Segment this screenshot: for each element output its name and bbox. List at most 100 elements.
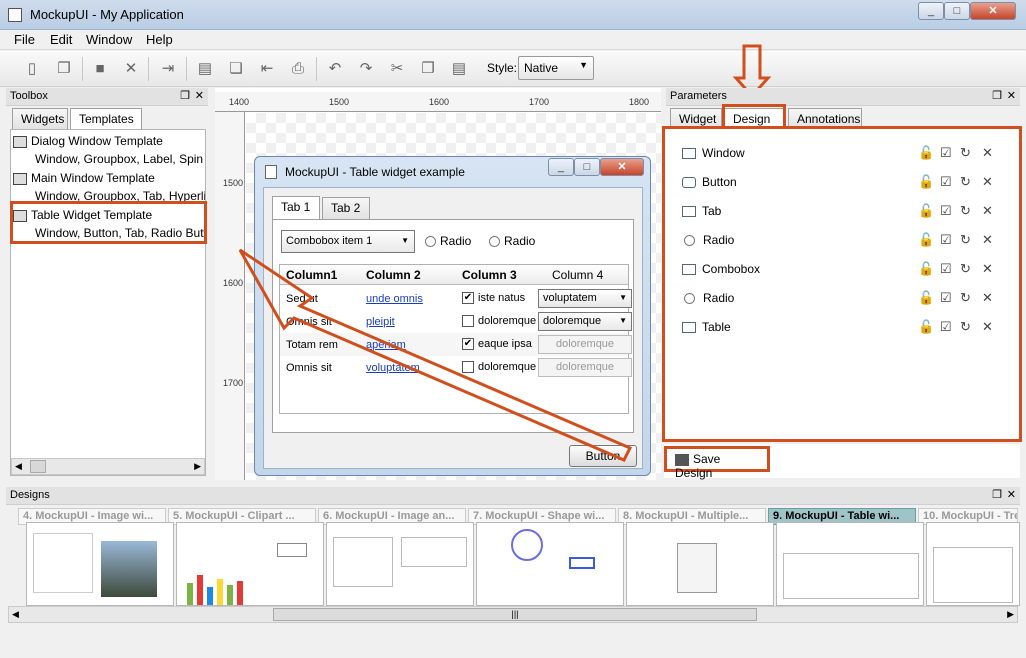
design-thumbnail[interactable] [776, 522, 924, 606]
mock-radio-2[interactable]: Radio [489, 234, 535, 248]
undo-icon[interactable]: ↶ [325, 59, 345, 79]
parameters-title: Parameters [670, 90, 727, 102]
maximize-button[interactable]: □ [944, 2, 970, 20]
mock-radio-1[interactable]: Radio [425, 234, 471, 248]
style-value: Native [524, 61, 559, 75]
table-link[interactable]: voluptatem [366, 362, 420, 374]
table-checkbox[interactable]: doloremque [462, 361, 536, 374]
copy-icon[interactable]: ❐ [54, 59, 74, 79]
app-icon [8, 8, 22, 22]
menu-edit[interactable]: Edit [50, 32, 72, 47]
close-window-button[interactable]: ✕ [970, 2, 1016, 20]
scroll-right-icon[interactable]: ▶ [194, 461, 201, 472]
design-thumbnail[interactable] [926, 522, 1020, 606]
close-panel-icon[interactable]: ✕ [195, 89, 204, 102]
window-icon [13, 135, 27, 148]
export-icon[interactable]: ⇥ [158, 59, 178, 79]
table-cell: Totam rem [286, 339, 338, 351]
toolbar: ▯ ❐ ■ ✕ ⇥ ▤ ❏ ⇤ ⎙ ↶ ↷ ✂ ❐ ▤ Style: Nativ… [0, 51, 1026, 87]
table-cell: Sed ut [286, 293, 318, 305]
document-icon [265, 165, 277, 179]
table-cell: Omnis sit [286, 362, 332, 374]
minimize-button[interactable]: _ [918, 2, 944, 20]
window-icon [13, 172, 27, 185]
design-thumbnail[interactable] [476, 522, 624, 606]
mock-maximize-button[interactable]: □ [574, 158, 600, 176]
new-icon[interactable]: ▯ [22, 59, 42, 79]
close-panel-icon[interactable]: ✕ [1007, 488, 1016, 501]
table-col-1[interactable]: Column1 [286, 268, 337, 282]
scroll-left-icon[interactable]: ◀ [12, 609, 19, 620]
table-checkbox[interactable]: doloremque [462, 315, 536, 328]
scroll-thumb[interactable] [30, 460, 46, 473]
design-thumbnail[interactable] [626, 522, 774, 606]
table-link[interactable]: unde omnis [366, 293, 423, 305]
clone-icon[interactable]: ❏ [226, 59, 246, 79]
table-combo-disabled: doloremque [538, 358, 632, 377]
mock-combobox[interactable]: Combobox item 1 ▼ [281, 230, 415, 253]
design-thumbnail[interactable] [326, 522, 474, 606]
style-label: Style: [487, 61, 518, 75]
mock-tab-page: Combobox item 1 ▼ Radio Radio Column1 Col… [272, 219, 634, 433]
copy2-icon[interactable]: ❐ [418, 59, 438, 79]
table-combo[interactable]: voluptatem ▼ [538, 289, 632, 308]
scroll-right-icon[interactable]: ▶ [1007, 609, 1014, 620]
close-panel-icon[interactable]: ✕ [1007, 89, 1016, 102]
horizontal-scrollbar[interactable]: ◀ ▶ [11, 458, 205, 475]
mock-close-button[interactable]: ✕ [600, 158, 644, 176]
chevron-down-icon: ▼ [579, 60, 588, 70]
close-icon[interactable]: ✕ [121, 59, 141, 79]
designs-header: Designs ❐ ✕ [6, 487, 1020, 507]
chevron-down-icon: ▼ [401, 236, 409, 245]
mock-button[interactable]: Button [569, 445, 637, 467]
paste2-icon[interactable]: ▤ [449, 59, 469, 79]
mock-window-title: MockupUI - Table widget example [285, 165, 465, 179]
design-thumbnail[interactable] [176, 522, 324, 606]
toolbox-title: Toolbox [10, 90, 48, 102]
table-col-2[interactable]: Column 2 [366, 268, 421, 282]
mock-minimize-button[interactable]: _ [548, 158, 574, 176]
table-col-4[interactable]: Column 4 [552, 268, 603, 282]
designs-scrollbar[interactable]: ◀ ||| ▶ [8, 606, 1018, 623]
highlight-params [662, 126, 1022, 442]
highlight-template [10, 201, 207, 244]
float-icon[interactable]: ❐ [992, 488, 1002, 501]
cut-icon[interactable]: ✂ [387, 59, 407, 79]
table-checkbox[interactable]: ✔ eaque ipsa [462, 338, 532, 351]
template-item-dialog[interactable]: Dialog Window Template [13, 134, 205, 148]
redo-icon[interactable]: ↷ [356, 59, 376, 79]
mock-tab-1[interactable]: Tab 1 [272, 196, 320, 219]
menu-file[interactable]: File [14, 32, 35, 47]
save-design-button[interactable]: Save Design [664, 446, 770, 480]
menu-help[interactable]: Help [146, 32, 173, 47]
import-icon[interactable]: ⇤ [257, 59, 277, 79]
save-icon[interactable]: ■ [90, 59, 110, 79]
print-icon[interactable]: ⎙ [288, 59, 308, 79]
template-item-main[interactable]: Main Window Template [13, 171, 205, 185]
tab-templates[interactable]: Templates [70, 108, 142, 131]
table-link[interactable]: aperiam [366, 339, 406, 351]
table-col-3[interactable]: Column 3 [462, 268, 517, 282]
window-titlebar: MockupUI - My Application _ □ ✕ [0, 0, 1026, 30]
design-thumbnail[interactable] [26, 522, 174, 606]
float-icon[interactable]: ❐ [992, 89, 1002, 102]
table-link[interactable]: pleipit [366, 316, 395, 328]
float-icon[interactable]: ❐ [180, 89, 190, 102]
table-combo-disabled: doloremque [538, 335, 632, 354]
paste-icon[interactable]: ▤ [195, 59, 215, 79]
mock-tab-2[interactable]: Tab 2 [322, 197, 370, 219]
menu-window[interactable]: Window [86, 32, 132, 47]
toolbox-header: Toolbox ❐ ✕ [6, 88, 208, 106]
scroll-thumb[interactable]: ||| [273, 608, 757, 621]
menu-bar: File Edit Window Help [0, 30, 1026, 50]
style-select[interactable]: Native ▼ [518, 56, 594, 80]
table-combo[interactable]: doloremque ▼ [538, 312, 632, 331]
designs-title: Designs [10, 489, 50, 501]
template-desc: Window, Groupbox, Label, Spin Bo [35, 152, 205, 166]
template-list: Dialog Window Template Window, Groupbox,… [10, 129, 206, 476]
mock-window[interactable]: MockupUI - Table widget example _ □ ✕ Ta… [254, 156, 651, 476]
mock-table: Column1 Column 2 Column 3 Column 4 Sed u… [279, 264, 632, 414]
scroll-left-icon[interactable]: ◀ [15, 461, 22, 472]
tab-widgets[interactable]: Widgets [12, 108, 68, 130]
table-checkbox[interactable]: ✔ iste natus [462, 292, 525, 305]
